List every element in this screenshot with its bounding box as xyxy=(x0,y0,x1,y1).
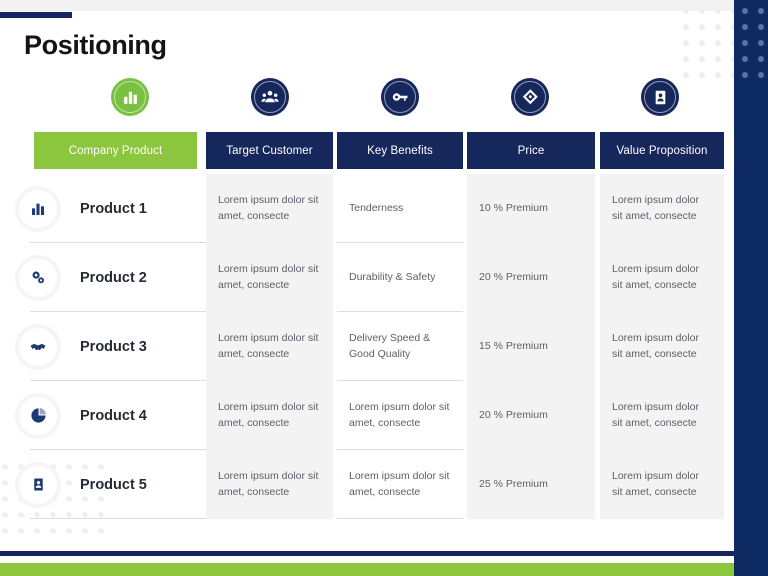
cell-price[interactable]: 25 % Premium xyxy=(467,450,595,519)
column-header-label: Company Product xyxy=(68,144,163,157)
cell-text: Lorem ipsum dolor sit amet, consecte xyxy=(612,263,699,291)
table-row[interactable]: Product 5 Lorem ipsum dolor sit amet, con… xyxy=(0,450,730,519)
cell-text: 15 % Premium xyxy=(479,339,548,352)
id-card-icon xyxy=(19,465,57,504)
column-icon-target-customer xyxy=(251,78,289,116)
product-name-cell[interactable]: Product 1 xyxy=(0,174,206,243)
row-divider xyxy=(30,518,206,519)
cell-value-proposition[interactable]: Lorem ipsum dolor sit amet, consecte xyxy=(600,450,724,519)
table-row[interactable]: Product 1 Lorem ipsum dolor sit amet, con… xyxy=(0,174,730,243)
column-header-value-proposition[interactable]: Value Proposition xyxy=(600,132,724,169)
cell-text: Delivery Speed & Good Quality xyxy=(349,332,431,360)
cell-value-proposition[interactable]: Lorem ipsum dolor sit amet, consecte xyxy=(600,312,724,381)
page-title: Positioning xyxy=(24,30,167,60)
product-name-cell[interactable]: Product 4 xyxy=(0,381,206,450)
cell-text: Lorem ipsum dolor sit amet, consecte xyxy=(349,401,450,429)
bottom-green-band xyxy=(0,563,734,576)
cell-key-benefits[interactable]: Delivery Speed & Good Quality xyxy=(337,312,463,381)
cell-target-customer[interactable]: Lorem ipsum dolor sit amet, consecte xyxy=(206,174,333,243)
top-accent-bar xyxy=(0,12,72,18)
cell-text: Lorem ipsum dolor sit amet, consecte xyxy=(349,470,450,498)
cell-value-proposition[interactable]: Lorem ipsum dolor sit amet, consecte xyxy=(600,381,724,450)
cell-text: Lorem ipsum dolor sit amet, consecte xyxy=(612,470,699,498)
cell-key-benefits[interactable]: Lorem ipsum dolor sit amet, consecte xyxy=(337,450,463,519)
column-icon-company-product xyxy=(111,78,149,116)
cell-target-customer[interactable]: Lorem ipsum dolor sit amet, consecte xyxy=(206,381,333,450)
column-header-price[interactable]: Price xyxy=(467,132,595,169)
cell-text: 25 % Premium xyxy=(479,477,548,490)
positioning-table: Company Product Target Customer Key Bene… xyxy=(0,78,730,548)
cell-key-benefits[interactable]: Lorem ipsum dolor sit amet, consecte xyxy=(337,381,463,450)
cell-price[interactable]: 20 % Premium xyxy=(467,243,595,312)
column-header-company-product[interactable]: Company Product xyxy=(34,132,197,169)
user-group-icon xyxy=(261,90,279,103)
cell-text: 10 % Premium xyxy=(479,201,548,214)
column-icon-value-proposition xyxy=(641,78,679,116)
product-name-cell[interactable]: Product 5 xyxy=(0,450,206,519)
column-header-label: Key Benefits xyxy=(367,144,433,157)
id-card-icon xyxy=(655,90,665,104)
key-icon xyxy=(392,93,408,101)
cell-key-benefits[interactable]: Tenderness xyxy=(337,174,463,243)
cell-value-proposition[interactable]: Lorem ipsum dolor sit amet, consecte xyxy=(600,174,724,243)
product-name-label: Product 2 xyxy=(80,269,147,286)
product-name-label: Product 5 xyxy=(80,476,147,493)
column-header-label: Price xyxy=(517,144,545,157)
handshake-icon xyxy=(19,327,57,366)
slide-canvas: Positioning Company Product Target Custo… xyxy=(0,0,768,576)
table-row[interactable]: Product 4 Lorem ipsum dolor sit amet, con… xyxy=(0,381,730,450)
cell-text: Lorem ipsum dolor sit amet, consecte xyxy=(612,194,699,222)
table-body: Product 1 Lorem ipsum dolor sit amet, con… xyxy=(0,174,730,519)
column-header-key-benefits[interactable]: Key Benefits xyxy=(337,132,463,169)
bar-chart-icon xyxy=(19,189,57,228)
cell-text: Lorem ipsum dolor sit amet, consecte xyxy=(218,263,319,291)
gears-icon xyxy=(19,258,57,297)
product-name-label: Product 1 xyxy=(80,200,147,217)
cell-text: Lorem ipsum dolor sit amet, consecte xyxy=(612,332,699,360)
cell-price[interactable]: 15 % Premium xyxy=(467,312,595,381)
cell-text: Tenderness xyxy=(349,201,404,214)
cell-text: Lorem ipsum dolor sit amet, consecte xyxy=(218,470,319,498)
cell-price[interactable]: 20 % Premium xyxy=(467,381,595,450)
column-icon-key-benefits xyxy=(381,78,419,116)
cell-key-benefits[interactable]: Durability & Safety xyxy=(337,243,463,312)
column-header-label: Target Customer xyxy=(226,144,313,157)
column-icon-price xyxy=(511,78,549,116)
row-divider xyxy=(337,518,463,519)
table-row[interactable]: Product 2 Lorem ipsum dolor sit amet, con… xyxy=(0,243,730,312)
cell-text: 20 % Premium xyxy=(479,270,548,283)
cell-price[interactable]: 10 % Premium xyxy=(467,174,595,243)
cell-text: Durability & Safety xyxy=(349,270,436,283)
pie-chart-icon xyxy=(19,396,57,435)
product-name-cell[interactable]: Product 3 xyxy=(0,312,206,381)
column-header-label: Value Proposition xyxy=(616,144,708,157)
column-header-target-customer[interactable]: Target Customer xyxy=(206,132,333,169)
cell-target-customer[interactable]: Lorem ipsum dolor sit amet, consecte xyxy=(206,450,333,519)
cell-text: Lorem ipsum dolor sit amet, consecte xyxy=(218,401,319,429)
cell-target-customer[interactable]: Lorem ipsum dolor sit amet, consecte xyxy=(206,312,333,381)
cell-value-proposition[interactable]: Lorem ipsum dolor sit amet, consecte xyxy=(600,243,724,312)
cell-text: Lorem ipsum dolor sit amet, consecte xyxy=(218,332,319,360)
right-navy-panel xyxy=(734,0,768,576)
product-name-label: Product 4 xyxy=(80,407,147,424)
price-tag-icon xyxy=(522,89,538,105)
table-row[interactable]: Product 3 Lorem ipsum dolor sit amet, con… xyxy=(0,312,730,381)
top-grey-strip xyxy=(0,0,768,11)
product-name-label: Product 3 xyxy=(80,338,147,355)
cell-text: Lorem ipsum dolor sit amet, consecte xyxy=(218,194,319,222)
cell-target-customer[interactable]: Lorem ipsum dolor sit amet, consecte xyxy=(206,243,333,312)
bar-chart-icon xyxy=(123,91,137,104)
cell-text: Lorem ipsum dolor sit amet, consecte xyxy=(612,401,699,429)
product-name-cell[interactable]: Product 2 xyxy=(0,243,206,312)
cell-text: 20 % Premium xyxy=(479,408,548,421)
bottom-navy-line xyxy=(0,551,734,556)
